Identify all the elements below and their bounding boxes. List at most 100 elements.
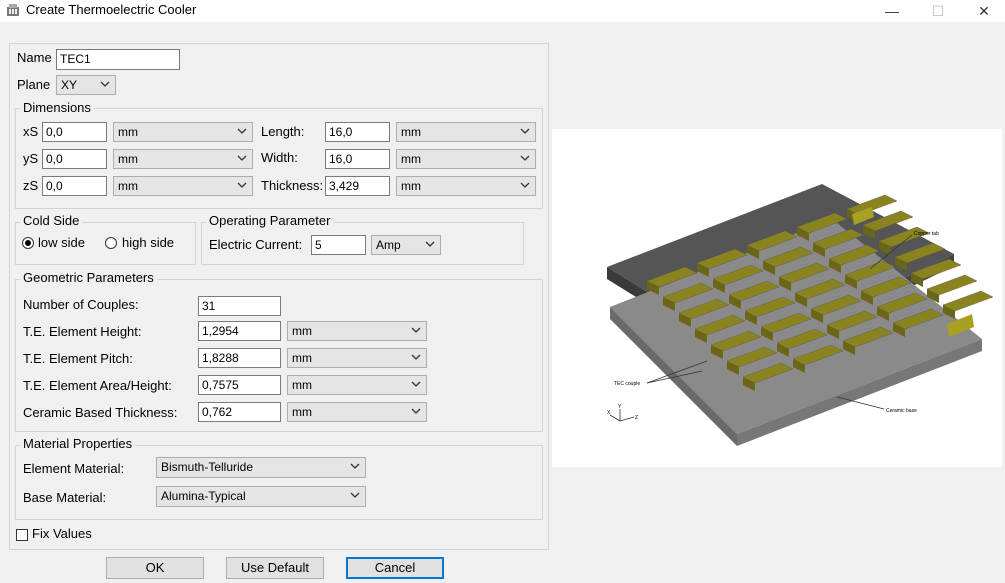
current-unit-value: Amp (376, 238, 401, 252)
close-button[interactable]: ✕ (961, 0, 1005, 22)
chevron-down-icon (350, 463, 360, 469)
width-unit-select[interactable]: mm (396, 149, 536, 169)
ys-input[interactable]: 0,0 (42, 149, 107, 169)
electric-current-input[interactable]: 5 (311, 235, 366, 255)
geometric-parameters-group-label: Geometric Parameters (20, 270, 157, 285)
chevron-down-icon (237, 182, 247, 188)
axis-z-label: Z (635, 415, 638, 421)
axis-triad: Y Z X (607, 404, 638, 422)
tec-element (942, 290, 994, 312)
chevron-down-icon (237, 155, 247, 161)
zs-unit-value: mm (118, 179, 138, 193)
current-unit-select[interactable]: Amp (371, 235, 441, 255)
low-side-radio[interactable] (22, 237, 34, 249)
zs-input[interactable]: 0,0 (42, 176, 107, 196)
length-unit-value: mm (401, 125, 421, 139)
minimize-button[interactable]: — (869, 0, 915, 22)
use-default-button[interactable]: Use Default (226, 557, 324, 579)
ok-button[interactable]: OK (106, 557, 204, 579)
chevron-down-icon (425, 241, 435, 247)
element-material-select[interactable]: Bismuth-Telluride (156, 457, 366, 478)
couples-label: Number of Couples: (23, 297, 139, 312)
width-label: Width: (261, 150, 298, 165)
fix-values-label[interactable]: Fix Values (32, 526, 92, 541)
ceramic-thickness-unit-select[interactable]: mm (287, 402, 427, 422)
material-properties-group-label: Material Properties (20, 436, 136, 451)
element-material-label: Element Material: (23, 461, 125, 476)
chevron-down-icon (237, 128, 247, 134)
app-icon (7, 4, 19, 16)
element-height-label: T.E. Element Height: (23, 324, 142, 339)
plane-select[interactable]: XY (56, 75, 116, 95)
maximize-icon: ☐ (931, 2, 945, 19)
length-unit-select[interactable]: mm (396, 122, 536, 142)
cancel-button[interactable]: Cancel (346, 557, 444, 579)
chevron-down-icon (411, 381, 421, 387)
chevron-down-icon (411, 354, 421, 360)
element-height-unit-value: mm (292, 324, 312, 338)
electric-current-label: Electric Current: (209, 237, 303, 252)
couples-input[interactable]: 31 (198, 296, 281, 316)
maximize-button[interactable]: ☐ (915, 0, 961, 22)
width-input[interactable]: 16,0 (325, 149, 390, 169)
high-side-radio[interactable] (105, 237, 117, 249)
ceramic-thickness-label: Ceramic Based Thickness: (23, 405, 178, 420)
xs-input[interactable]: 0,0 (42, 122, 107, 142)
axis-y-label: Y (618, 404, 622, 410)
chevron-down-icon (520, 128, 530, 134)
tec-element (926, 274, 978, 296)
zs-unit-select[interactable]: mm (113, 176, 253, 196)
element-height-input[interactable]: 1,2954 (198, 321, 281, 341)
base-material-select[interactable]: Alumina-Typical (156, 486, 366, 507)
chevron-down-icon (350, 492, 360, 498)
element-area-label: T.E. Element Area/Height: (23, 378, 172, 393)
length-input[interactable]: 16,0 (325, 122, 390, 142)
width-unit-value: mm (401, 152, 421, 166)
high-side-label[interactable]: high side (122, 235, 174, 250)
thickness-input[interactable]: 3,429 (325, 176, 390, 196)
thickness-unit-value: mm (401, 179, 421, 193)
length-label: Length: (261, 124, 305, 139)
close-icon: ✕ (978, 2, 990, 19)
xs-unit-value: mm (118, 125, 138, 139)
plane-label: Plane (17, 77, 51, 92)
thickness-unit-select[interactable]: mm (396, 176, 536, 196)
chevron-down-icon (100, 81, 110, 87)
chevron-down-icon (411, 327, 421, 333)
element-area-unit-select[interactable]: mm (287, 375, 427, 395)
element-pitch-label: T.E. Element Pitch: (23, 351, 133, 366)
fix-values-checkbox[interactable] (16, 529, 28, 541)
ys-label: yS (23, 151, 39, 166)
ceramic-base-annotation: Ceramic base (886, 408, 917, 414)
chevron-down-icon (520, 155, 530, 161)
ys-unit-select[interactable]: mm (113, 149, 253, 169)
element-area-unit-value: mm (292, 378, 312, 392)
element-pitch-unit-value: mm (292, 351, 312, 365)
ys-unit-value: mm (118, 152, 138, 166)
ceramic-thickness-unit-value: mm (292, 405, 312, 419)
base-material-value: Alumina-Typical (161, 489, 246, 503)
dimensions-group-label: Dimensions (20, 100, 94, 115)
tec-preview-image: Copper tab TEC couple Ceramic base Y Z X (552, 129, 1002, 467)
operating-parameter-group-label: Operating Parameter (206, 213, 334, 228)
name-label: Name (17, 50, 52, 65)
element-area-input[interactable]: 0,7575 (198, 375, 281, 395)
chevron-down-icon (520, 182, 530, 188)
element-height-unit-select[interactable]: mm (287, 321, 427, 341)
ceramic-thickness-input[interactable]: 0,762 (198, 402, 281, 422)
xs-label: xS (23, 124, 39, 139)
copper-tab-annotation: Copper tab (914, 231, 939, 237)
chevron-down-icon (411, 408, 421, 414)
name-input[interactable]: TEC1 (56, 49, 180, 70)
element-pitch-input[interactable]: 1,8288 (198, 348, 281, 368)
plane-value: XY (61, 78, 78, 92)
low-side-label[interactable]: low side (38, 235, 85, 250)
xs-unit-select[interactable]: mm (113, 122, 253, 142)
window-title: Create Thermoelectric Cooler (26, 2, 197, 17)
element-pitch-unit-select[interactable]: mm (287, 348, 427, 368)
base-material-label: Base Material: (23, 490, 107, 505)
element-material-value: Bismuth-Telluride (161, 460, 254, 474)
tec-3d-model: Copper tab TEC couple Ceramic base Y Z X (607, 184, 994, 446)
title-bar: Create Thermoelectric Cooler — ☐ ✕ (0, 0, 1005, 22)
minimize-icon: — (885, 3, 899, 19)
